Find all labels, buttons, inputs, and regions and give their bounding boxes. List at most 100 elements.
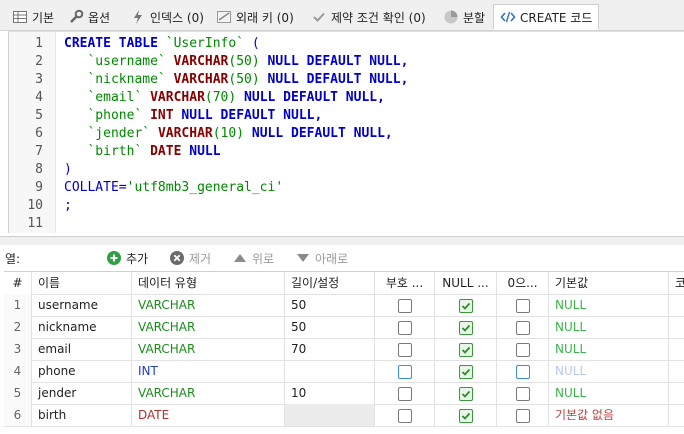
zerofill-cell (497, 404, 549, 426)
code-line-4: `email` VARCHAR(70) NULL DEFAULT NULL, (64, 89, 385, 107)
remove-icon (169, 250, 185, 266)
default-cell[interactable]: NULL (549, 316, 669, 338)
table-row[interactable]: 4 phone INT NULL (4, 360, 684, 383)
length-cell[interactable]: 70 (285, 338, 375, 360)
data-type-cell[interactable]: VARCHAR (132, 382, 285, 404)
allow-null-checkbox[interactable] (458, 298, 473, 313)
line-number: 4 (35, 90, 43, 105)
comment-cell[interactable] (669, 338, 684, 360)
null-cell (435, 316, 497, 338)
move-up-button[interactable]: 위로 (232, 248, 274, 268)
data-type-cell[interactable]: VARCHAR (132, 294, 285, 316)
allow-null-checkbox[interactable] (458, 342, 473, 357)
header-number[interactable]: # (4, 272, 32, 294)
unsigned-checkbox[interactable] (397, 298, 412, 313)
default-cell[interactable]: NULL (549, 294, 669, 316)
zerofill-checkbox[interactable] (515, 320, 530, 335)
header-length[interactable]: 길이/설정 (285, 272, 375, 294)
header-name[interactable]: 이름 (32, 272, 132, 294)
check-icon (311, 9, 327, 25)
sql-editor[interactable]: 1 2 3 4 5 6 7 8 9 10 11 CREATE TABLE `Us… (8, 31, 684, 233)
tab-foreign-keys[interactable]: 외래 키 (0) (210, 5, 300, 29)
remove-column-button[interactable]: 제거 (169, 248, 211, 268)
unsigned-checkbox[interactable] (397, 386, 412, 401)
table-row[interactable]: 2 nickname VARCHAR 50 NULL (4, 316, 684, 339)
header-unsigned[interactable]: 부호 ... (375, 272, 435, 294)
zerofill-cell (497, 294, 549, 316)
sql-keyword: NULL DEFAULT NULL, (267, 54, 409, 69)
sql-number: (50) (228, 72, 260, 87)
sql-keyword: NULL DEFAULT NULL, (244, 90, 385, 105)
unsigned-checkbox[interactable] (397, 320, 412, 335)
tab-create-code[interactable]: CREATE 코드 (493, 4, 600, 30)
allow-null-checkbox[interactable] (458, 408, 473, 423)
allow-null-checkbox[interactable] (458, 364, 473, 379)
default-cell[interactable]: NULL (549, 338, 669, 360)
length-cell[interactable]: 50 (285, 294, 375, 316)
table-row[interactable]: 5 jender VARCHAR 10 NULL (4, 382, 684, 405)
tab-indexes[interactable]: 인덱스 (0) (124, 5, 210, 29)
arrow-down-icon (295, 250, 311, 266)
unsigned-cell (375, 294, 435, 316)
unsigned-checkbox[interactable] (397, 408, 412, 423)
tab-indexes-label: 인덱스 (0) (150, 10, 204, 25)
columns-grid: # 이름 데이터 유형 길이/설정 부호 ... NULL ... 0으... … (4, 271, 684, 434)
length-cell[interactable] (285, 404, 375, 426)
tab-check-constraints[interactable]: 제약 조건 확인 (0) (305, 5, 432, 29)
column-name-cell[interactable]: nickname (32, 316, 132, 338)
column-name-cell[interactable]: birth (32, 404, 132, 426)
default-cell[interactable]: NULL (549, 360, 669, 382)
zerofill-checkbox[interactable] (515, 386, 530, 401)
sql-type: DATE (150, 144, 182, 159)
default-cell[interactable]: NULL (549, 382, 669, 404)
table-row[interactable]: 6 birth DATE 기본값 없음 (4, 404, 684, 427)
length-cell[interactable] (285, 360, 375, 382)
header-default[interactable]: 기본값 (549, 272, 669, 294)
add-column-label: 추가 (126, 251, 149, 266)
header-data-type[interactable]: 데이터 유형 (132, 272, 285, 294)
data-type-cell[interactable]: INT (132, 360, 285, 382)
add-column-button[interactable]: 추가 (106, 248, 148, 268)
header-comment[interactable]: 코 (669, 272, 684, 294)
tab-create-code-label: CREATE 코드 (520, 10, 593, 25)
allow-null-checkbox[interactable] (458, 320, 473, 335)
zerofill-checkbox[interactable] (515, 408, 530, 423)
unsigned-checkbox[interactable] (397, 364, 412, 379)
column-name-cell[interactable]: jender (32, 382, 132, 404)
row-number: 5 (4, 382, 32, 404)
unsigned-checkbox[interactable] (397, 342, 412, 357)
tab-options[interactable]: 옵션 (62, 5, 116, 29)
length-cell[interactable]: 50 (285, 316, 375, 338)
column-name-cell[interactable]: email (32, 338, 132, 360)
tab-basic[interactable]: 기본 (6, 5, 60, 29)
table-row[interactable]: 1 username VARCHAR 50 NULL (4, 294, 684, 317)
comment-cell[interactable] (669, 316, 684, 338)
comment-cell[interactable] (669, 404, 684, 426)
sql-identifier: `username` (87, 54, 166, 69)
move-down-button[interactable]: 아래로 (295, 248, 348, 268)
pie-icon (443, 9, 459, 25)
header-allow-null[interactable]: NULL ... (435, 272, 497, 294)
code-line-8: ) (64, 161, 72, 179)
unsigned-cell (375, 316, 435, 338)
comment-cell[interactable] (669, 360, 684, 382)
zerofill-checkbox[interactable] (515, 364, 530, 379)
zerofill-checkbox[interactable] (515, 342, 530, 357)
comment-cell[interactable] (669, 294, 684, 316)
default-cell[interactable]: 기본값 없음 (549, 404, 669, 426)
tab-partitions[interactable]: 분할 (437, 5, 491, 29)
header-zerofill[interactable]: 0으... (497, 272, 549, 294)
zerofill-checkbox[interactable] (515, 298, 530, 313)
data-type-cell[interactable]: VARCHAR (132, 338, 285, 360)
table-row[interactable]: 3 email VARCHAR 70 NULL (4, 338, 684, 361)
line-number: 11 (27, 216, 43, 231)
data-type-cell[interactable]: DATE (132, 404, 285, 426)
column-name-cell[interactable]: username (32, 294, 132, 316)
sql-keyword: NULL DEFAULT NULL, (181, 108, 323, 123)
allow-null-checkbox[interactable] (458, 386, 473, 401)
data-type-cell[interactable]: VARCHAR (132, 316, 285, 338)
length-cell[interactable]: 10 (285, 382, 375, 404)
comment-cell[interactable] (669, 382, 684, 404)
column-name-cell[interactable]: phone (32, 360, 132, 382)
unsigned-cell (375, 382, 435, 404)
